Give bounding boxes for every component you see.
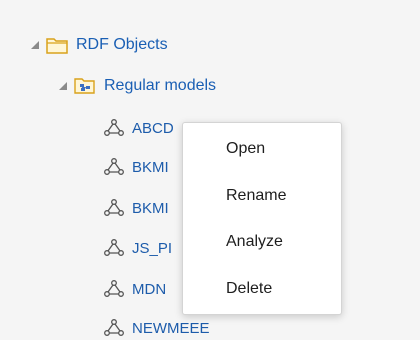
tree-node-model[interactable]: BKMI	[104, 196, 169, 220]
tree-node-label[interactable]: BKMI	[132, 200, 169, 217]
model-graph-icon	[104, 319, 124, 337]
tree-node-model[interactable]: JS_PI	[104, 236, 172, 260]
model-graph-icon	[104, 158, 124, 176]
tree-node-label[interactable]: JS_PI	[132, 240, 172, 257]
tree-node-label[interactable]: Regular models	[104, 77, 216, 95]
tree-node-model[interactable]: ABCD	[104, 116, 174, 140]
tree-node-model[interactable]: NEWMEEE	[104, 316, 210, 340]
model-graph-icon	[104, 239, 124, 257]
model-graph-icon	[104, 119, 124, 137]
context-menu: Open Rename Analyze Delete	[182, 122, 342, 315]
tree-node-regular-models[interactable]: Regular models	[58, 74, 216, 98]
menu-item-delete[interactable]: Delete	[226, 280, 272, 298]
tree-node-label[interactable]: ABCD	[132, 120, 174, 137]
tree-node-rdf-objects[interactable]: RDF Objects	[30, 33, 168, 57]
folder-icon	[46, 36, 68, 54]
models-folder-icon	[74, 77, 96, 95]
tree-node-label[interactable]: RDF Objects	[76, 36, 168, 54]
tree-node-label[interactable]: BKMI	[132, 159, 169, 176]
tree-node-model[interactable]: BKMI	[104, 155, 169, 179]
expand-triangle-icon[interactable]	[58, 81, 68, 91]
tree-node-label[interactable]: MDN	[132, 281, 166, 298]
expand-triangle-icon[interactable]	[30, 40, 40, 50]
menu-item-open[interactable]: Open	[226, 140, 265, 158]
model-graph-icon	[104, 280, 124, 298]
menu-item-rename[interactable]: Rename	[226, 187, 286, 205]
tree-node-label[interactable]: NEWMEEE	[132, 320, 210, 337]
model-graph-icon	[104, 199, 124, 217]
menu-item-analyze[interactable]: Analyze	[226, 233, 283, 251]
tree-node-model[interactable]: MDN	[104, 277, 166, 301]
